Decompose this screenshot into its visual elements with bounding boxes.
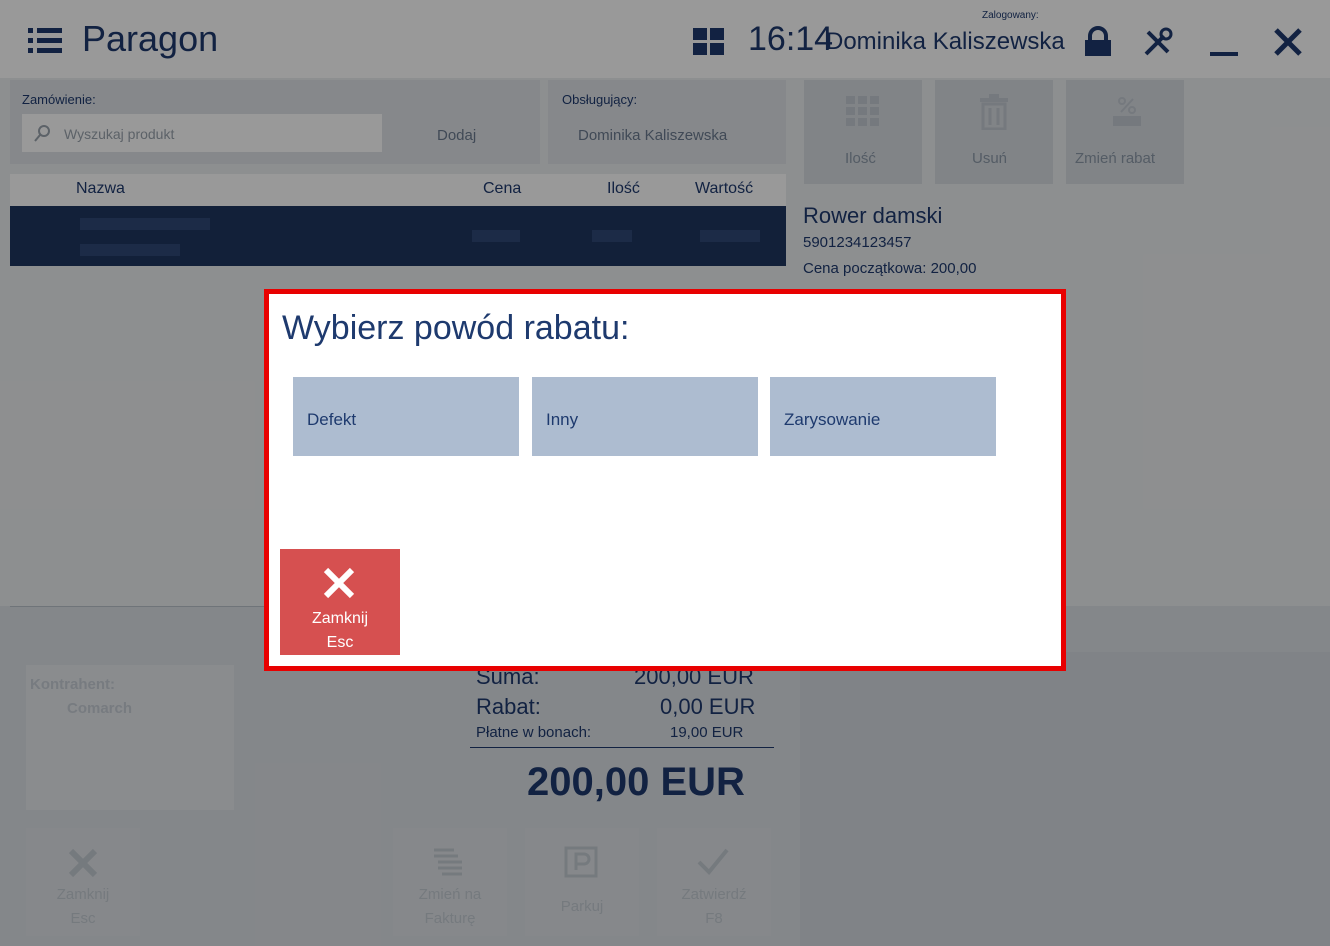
dialog-title: Wybierz powód rabatu:	[282, 309, 630, 347]
option-inny-label: Inny	[546, 410, 579, 429]
dialog-close-label: Zamknij Esc	[280, 607, 400, 655]
option-defekt-label: Defekt	[307, 410, 357, 429]
close-icon	[323, 567, 355, 599]
pos-app: Paragon 16:14 Zalogowany: Dominika Kalis…	[0, 0, 1330, 946]
option-zarysowanie-label: Zarysowanie	[784, 410, 881, 429]
dialog-close-key: Esc	[326, 634, 354, 651]
dialog-close-text: Zamknij	[311, 610, 368, 627]
